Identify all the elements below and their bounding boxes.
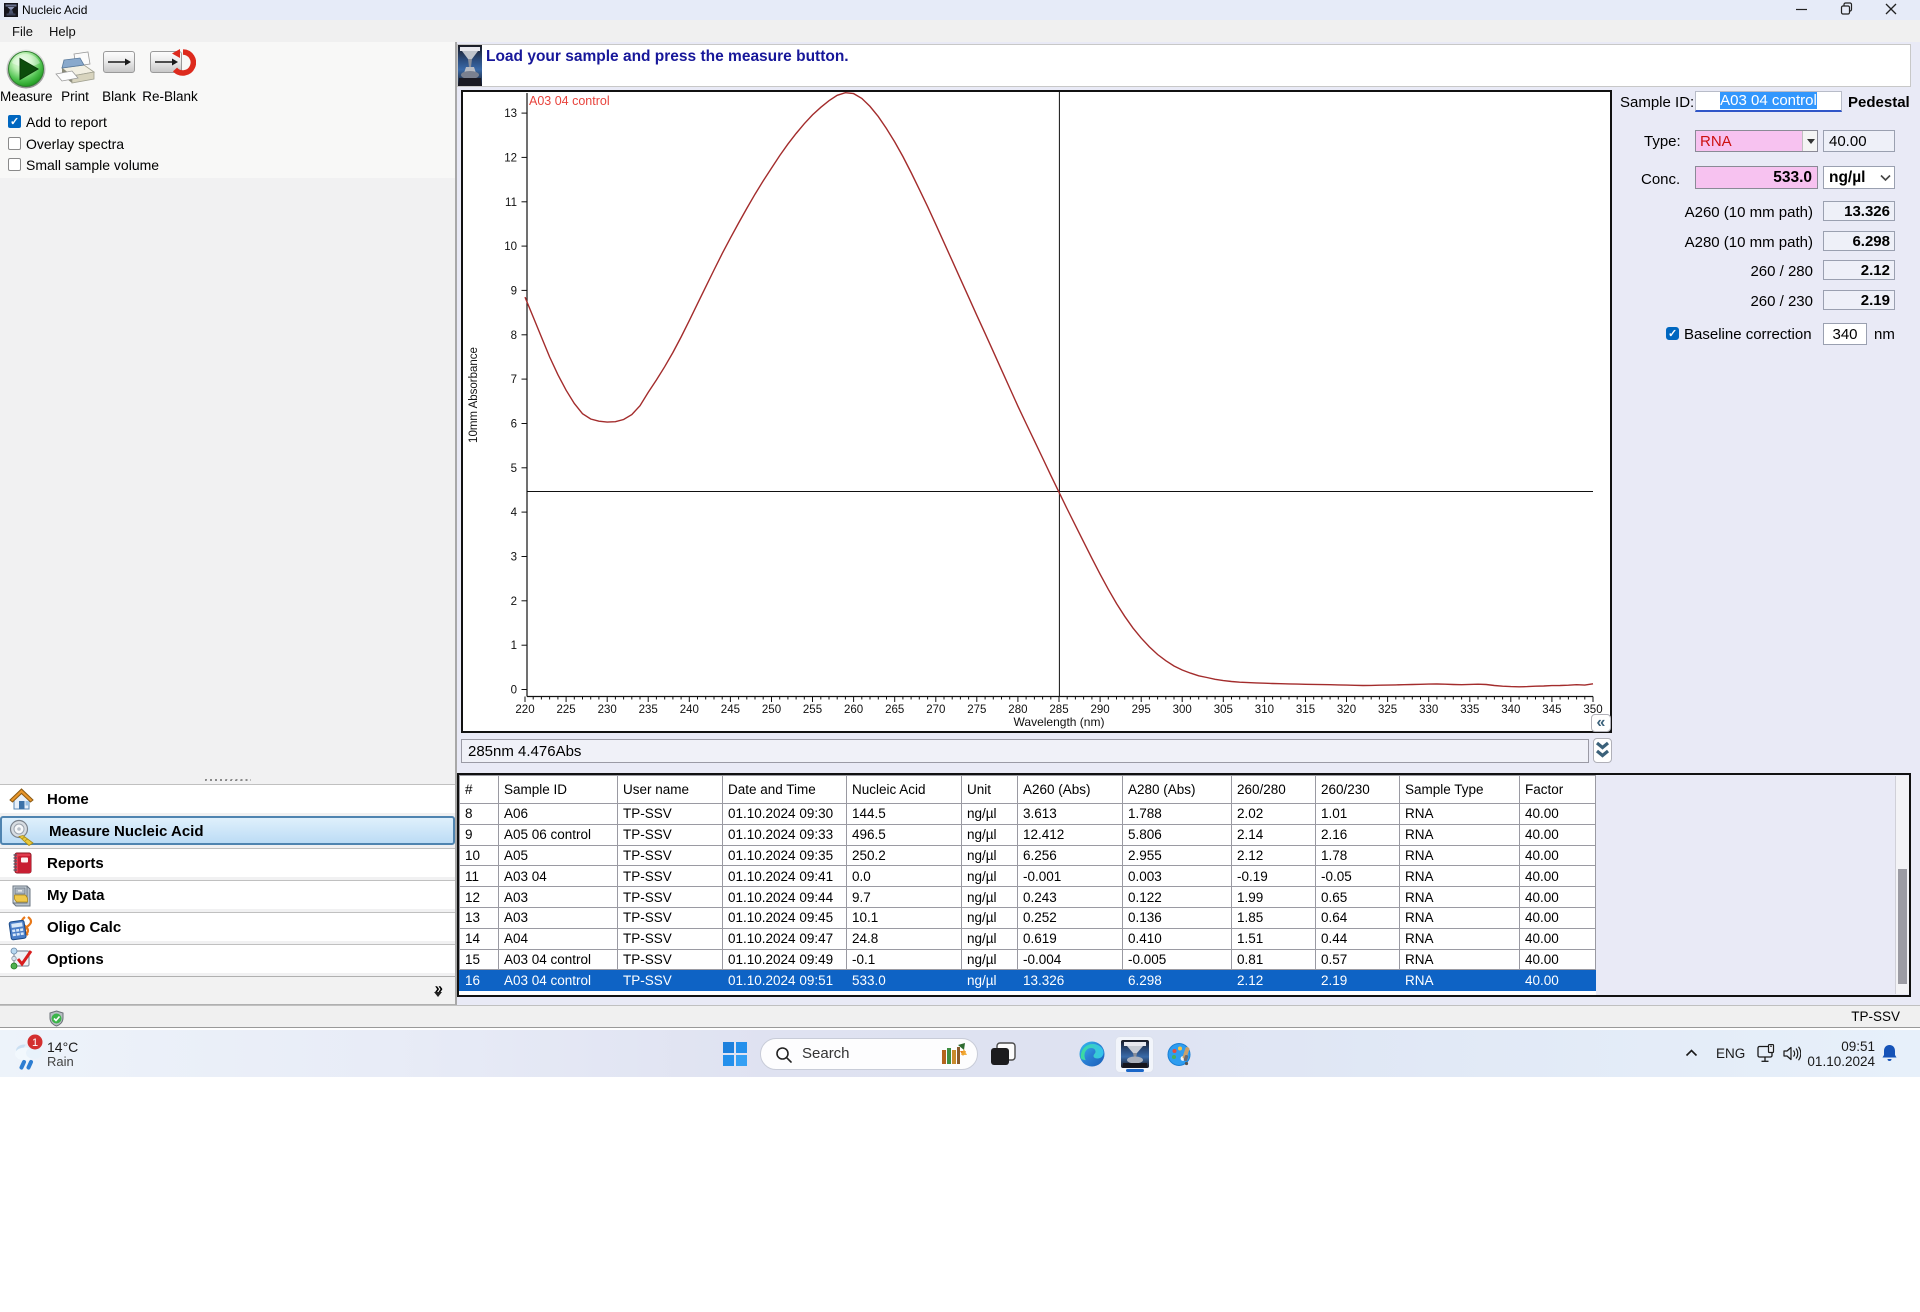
svg-text:12: 12 <box>504 152 517 164</box>
svg-text:240: 240 <box>680 704 699 716</box>
svg-text:340: 340 <box>1501 704 1520 716</box>
svg-text:310: 310 <box>1255 704 1274 716</box>
svg-text:220: 220 <box>515 704 534 716</box>
svg-text:Wavelength (nm): Wavelength (nm) <box>1014 715 1105 729</box>
svg-text:330: 330 <box>1419 704 1438 716</box>
svg-text:0: 0 <box>511 685 517 697</box>
svg-text:9: 9 <box>511 285 517 297</box>
svg-text:315: 315 <box>1296 704 1315 716</box>
svg-text:3: 3 <box>511 552 517 564</box>
svg-text:7: 7 <box>511 374 517 386</box>
svg-text:230: 230 <box>598 704 617 716</box>
svg-text:4: 4 <box>511 507 518 519</box>
svg-text:1: 1 <box>32 1037 38 1049</box>
svg-text:255: 255 <box>803 704 822 716</box>
svg-text:325: 325 <box>1378 704 1397 716</box>
svg-text:235: 235 <box>639 704 658 716</box>
svg-text:11: 11 <box>505 197 517 209</box>
svg-text:225: 225 <box>557 704 576 716</box>
svg-text:13: 13 <box>504 108 517 120</box>
svg-text:2: 2 <box>511 596 517 608</box>
svg-text:250: 250 <box>762 704 781 716</box>
svg-text:5: 5 <box>511 463 517 475</box>
svg-text:A03 04 control: A03 04 control <box>529 94 610 108</box>
svg-text:6: 6 <box>511 419 517 431</box>
svg-text:335: 335 <box>1460 704 1479 716</box>
svg-text:10: 10 <box>504 241 517 253</box>
svg-text:270: 270 <box>926 704 945 716</box>
svg-text:10mm Absorbance: 10mm Absorbance <box>468 347 480 443</box>
svg-text:245: 245 <box>721 704 740 716</box>
svg-text:265: 265 <box>885 704 904 716</box>
svg-text:345: 345 <box>1542 704 1561 716</box>
svg-text:8: 8 <box>511 330 517 342</box>
svg-text:295: 295 <box>1132 704 1151 716</box>
svg-text:260: 260 <box>844 704 863 716</box>
svg-text:305: 305 <box>1214 704 1233 716</box>
svg-text:275: 275 <box>967 704 986 716</box>
svg-text:1: 1 <box>511 640 517 652</box>
svg-text:320: 320 <box>1337 704 1356 716</box>
svg-text:300: 300 <box>1173 704 1192 716</box>
